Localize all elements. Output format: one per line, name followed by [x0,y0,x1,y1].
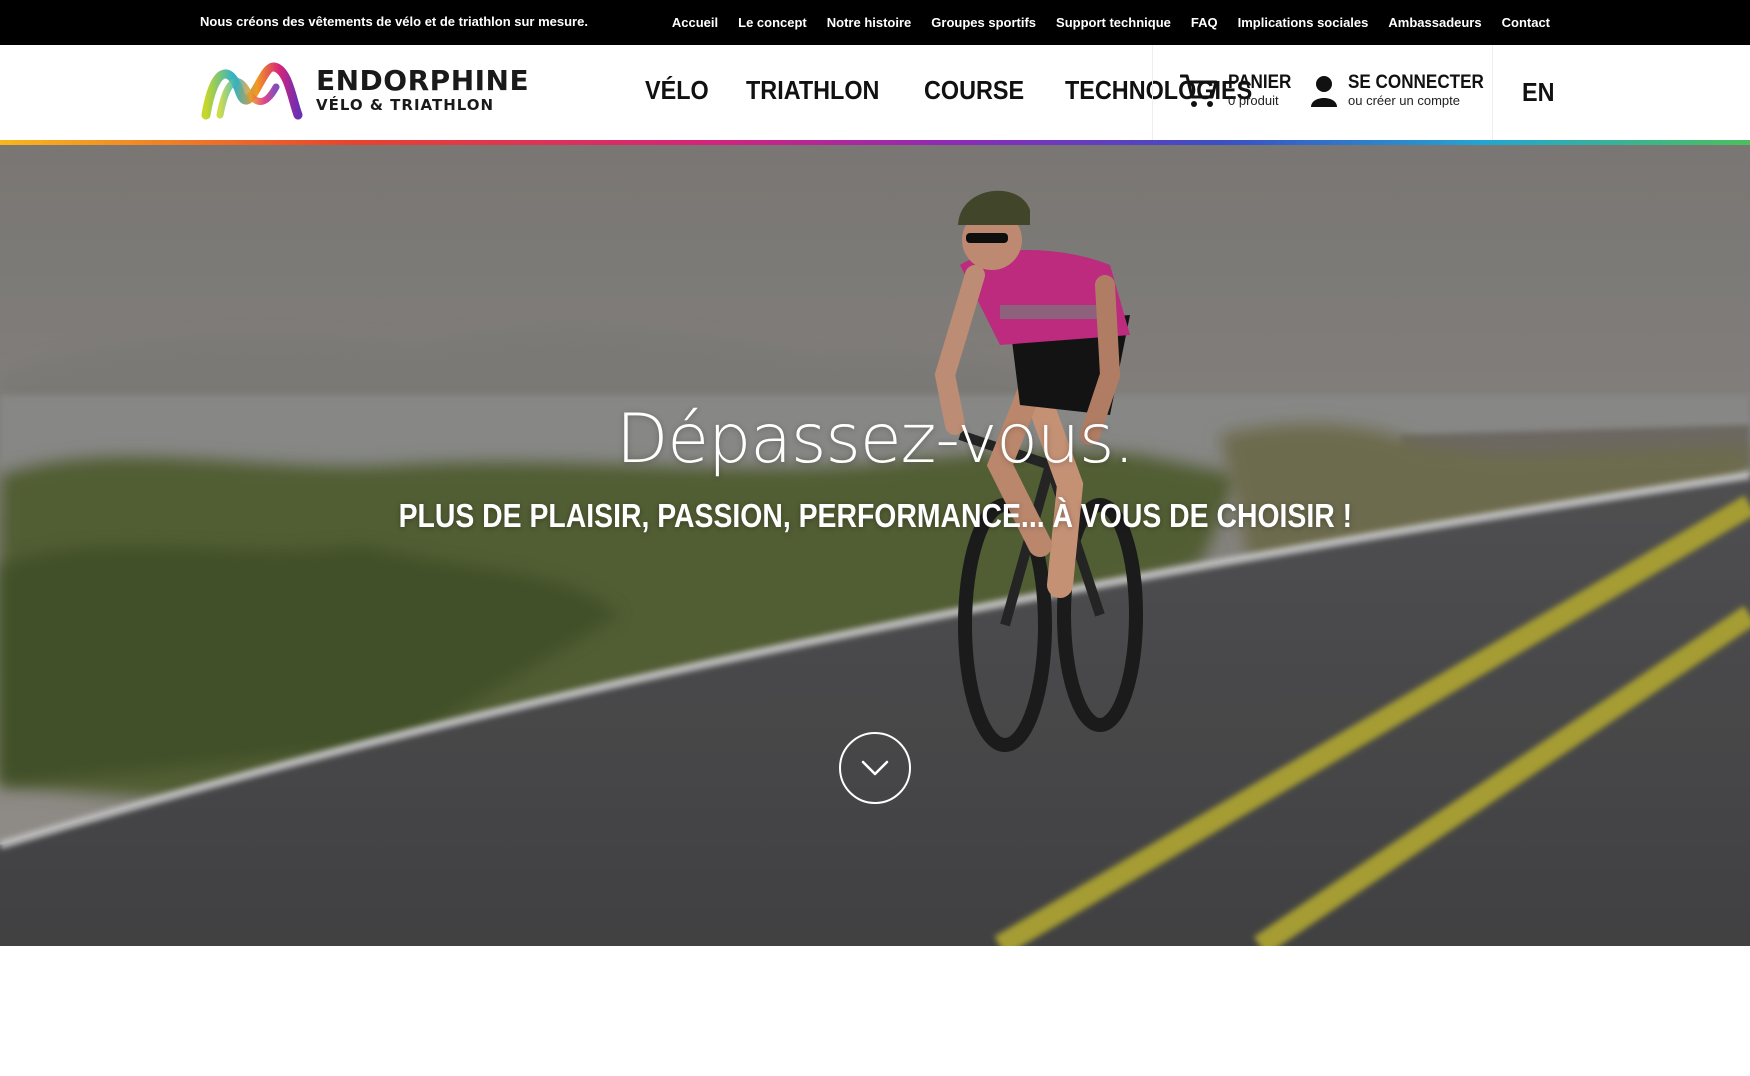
hero-title: Dépassez-vous. [615,400,1135,479]
top-link-notre-histoire[interactable]: Notre histoire [827,15,912,30]
cart-button[interactable]: PANIER 0 produit [1180,73,1298,109]
login-button[interactable]: SE CONNECTER ou créer un compte [1310,73,1499,109]
nav-velo[interactable]: VÉLO [645,75,709,106]
logo-mark-icon [201,62,303,120]
top-link-groupes-sportifs[interactable]: Groupes sportifs [931,15,1036,30]
cart-label: PANIER [1228,72,1292,93]
language-switch[interactable]: EN [1522,77,1555,108]
top-link-contact[interactable]: Contact [1502,15,1550,30]
chevron-down-icon [861,760,889,776]
logo-subtitle: VÉLO & TRIATHLON [316,95,495,114]
top-bar-tagline: Nous créons des vêtements de vélo et de … [200,14,588,29]
logo-brand: ENDORPHINE [316,63,530,97]
top-link-support-technique[interactable]: Support technique [1056,15,1171,30]
top-link-ambassadeurs[interactable]: Ambassadeurs [1388,15,1481,30]
hero-subtitle: PLUS DE PLAISIR, PASSION, PERFORMANCE...… [0,497,1750,535]
hero-overlay [0,145,1750,946]
top-link-accueil[interactable]: Accueil [672,15,718,30]
user-icon [1311,76,1337,107]
nav-course[interactable]: COURSE [924,75,1024,106]
scroll-down-button[interactable] [839,732,911,804]
shopping-cart-icon [1180,74,1218,107]
hero-subtitle-text: PLUS DE PLAISIR, PASSION, PERFORMANCE...… [398,497,1352,534]
top-link-implications-sociales[interactable]: Implications sociales [1238,15,1369,30]
header-divider [1492,45,1493,140]
top-links: Accueil Le concept Notre histoire Groupe… [672,15,1550,30]
top-link-le-concept[interactable]: Le concept [738,15,807,30]
site-header: ENDORPHINE VÉLO & TRIATHLON VÉLO TRIATHL… [0,45,1750,140]
logo[interactable]: ENDORPHINE VÉLO & TRIATHLON [200,59,529,121]
page-content-area [0,946,1750,1076]
header-divider [1152,45,1153,140]
cart-count: 0 produit [1228,93,1279,108]
top-bar: Nous créons des vêtements de vélo et de … [0,0,1750,45]
create-account-label: ou créer un compte [1348,93,1461,108]
hero-banner: Dépassez-vous. PLUS DE PLAISIR, PASSION,… [0,145,1750,946]
login-label: SE CONNECTER [1348,72,1484,93]
top-link-faq[interactable]: FAQ [1191,15,1218,30]
nav-triathlon[interactable]: TRIATHLON [746,75,879,106]
